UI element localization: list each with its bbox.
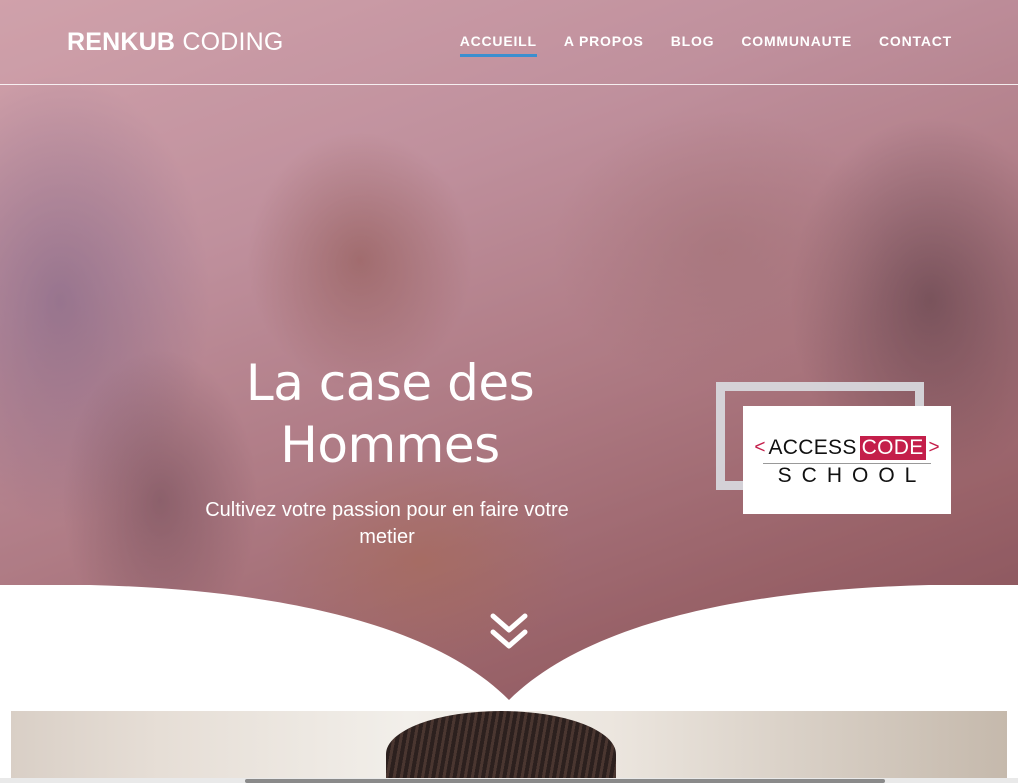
person-hair-image [386,711,616,783]
hero-subtitle-line1: Cultivez votre passion pour en faire vot… [205,499,569,521]
hero-subtitle-line2: metier [359,526,415,548]
hero-subtitle: Cultivez votre passion pour en faire vot… [187,497,587,551]
access-code-school-logo[interactable]: < ACCESS CODE > SCHOOL [743,406,951,514]
main-nav: ACCUEILL A PROPOS BLOG COMMUNAUTE CONTAC… [459,33,952,57]
badge-bracket-right: > [928,437,940,458]
nav-accueil[interactable]: ACCUEILL [459,33,538,57]
double-chevron-down-icon[interactable] [489,612,529,654]
logo-bold-text: RENKUB [67,28,176,56]
badge-top-line: < ACCESS CODE > [743,436,951,460]
hero-title: La case des Hommes [190,352,590,476]
badge-word-school: SCHOOL [777,464,927,487]
badge-bracket-left: < [754,437,766,458]
badge-word-code: CODE [859,436,926,460]
nav-a-propos[interactable]: A PROPOS [564,33,644,55]
badge-word-access: ACCESS [768,436,857,459]
hero-title-line2: Hommes [280,416,500,474]
site-logo[interactable]: RENKUB CODING [67,28,284,57]
scrollbar-thumb[interactable] [245,779,885,783]
site-header: RENKUB CODING ACCUEILL A PROPOS BLOG COM… [0,0,1018,85]
nav-communaute[interactable]: COMMUNAUTE [741,33,852,55]
hero-title-line1: La case des [245,354,535,412]
nav-blog[interactable]: BLOG [671,33,715,55]
nav-contact[interactable]: CONTACT [879,33,952,55]
logo-light-text: CODING [182,28,284,56]
next-section-image [11,711,1007,783]
